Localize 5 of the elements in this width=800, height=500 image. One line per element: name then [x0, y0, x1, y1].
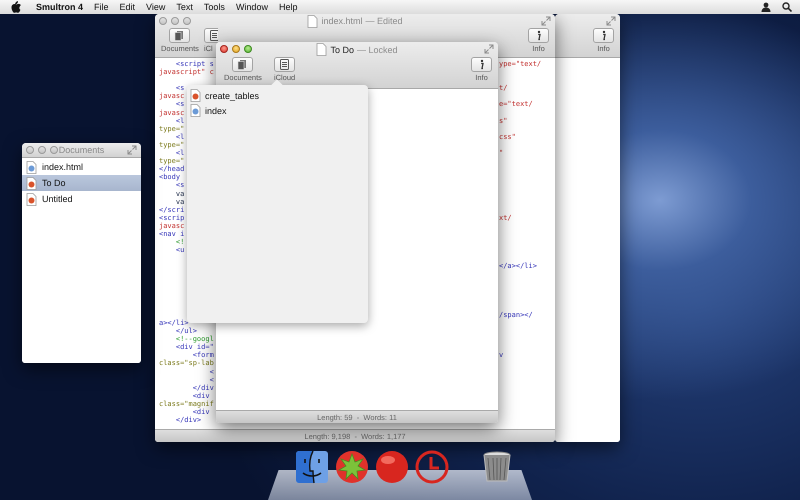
window-title: index.html: [321, 16, 362, 26]
window-title: To Do: [330, 44, 354, 54]
document-status: — Edited: [366, 16, 403, 26]
document-status: — Locked: [356, 44, 398, 54]
window-title: Documents: [58, 145, 104, 155]
